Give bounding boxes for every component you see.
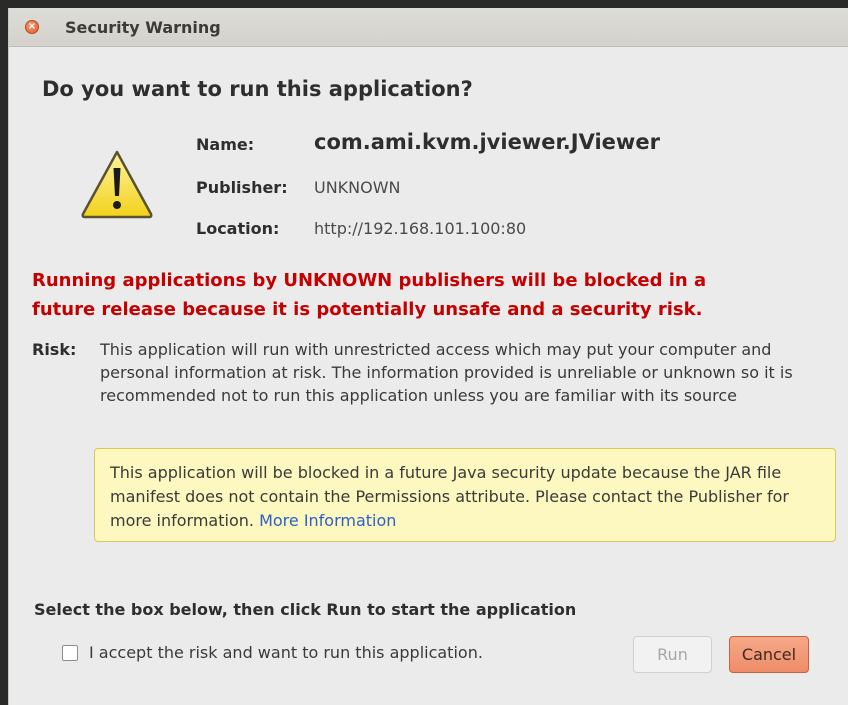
publisher-value: UNKNOWN [314,178,401,197]
java-update-notice: This application will be blocked in a fu… [94,448,836,542]
blocked-warning-line-1: Running applications by UNKNOWN publishe… [32,270,707,291]
blocked-warning-line-2: future release because it is potentially… [32,299,703,320]
accept-risk-label[interactable]: I accept the risk and want to run this a… [89,643,483,662]
notice-body: This application will be blocked in a fu… [110,463,789,530]
dialog-heading: Do you want to run this application? [42,77,473,101]
window-title: Security Warning [65,18,221,37]
warning-triangle-icon [81,150,153,219]
blocked-warning: Running applications by UNKNOWN publishe… [32,266,832,324]
name-value: com.ami.kvm.jviewer.JViewer [314,130,660,154]
risk-label: Risk: [32,340,77,359]
risk-description: This application will run with unrestric… [100,340,793,405]
location-label: Location: [196,219,280,238]
cancel-button[interactable]: Cancel [729,636,809,673]
location-value: http://192.168.101.100:80 [314,219,527,238]
publisher-label: Publisher: [196,178,288,197]
run-instruction: Select the box below, then click Run to … [34,600,577,619]
more-information-link[interactable]: More Information [259,511,396,530]
title-bar[interactable]: × Security Warning [9,8,848,47]
name-label: Name: [196,135,255,154]
accept-risk-checkbox[interactable] [62,645,78,661]
run-button[interactable]: Run [633,636,712,673]
security-warning-dialog: × Security Warning Do you want to run th… [8,8,848,705]
close-icon[interactable]: × [25,20,39,34]
notice-text: This application will be blocked in a fu… [110,461,820,533]
